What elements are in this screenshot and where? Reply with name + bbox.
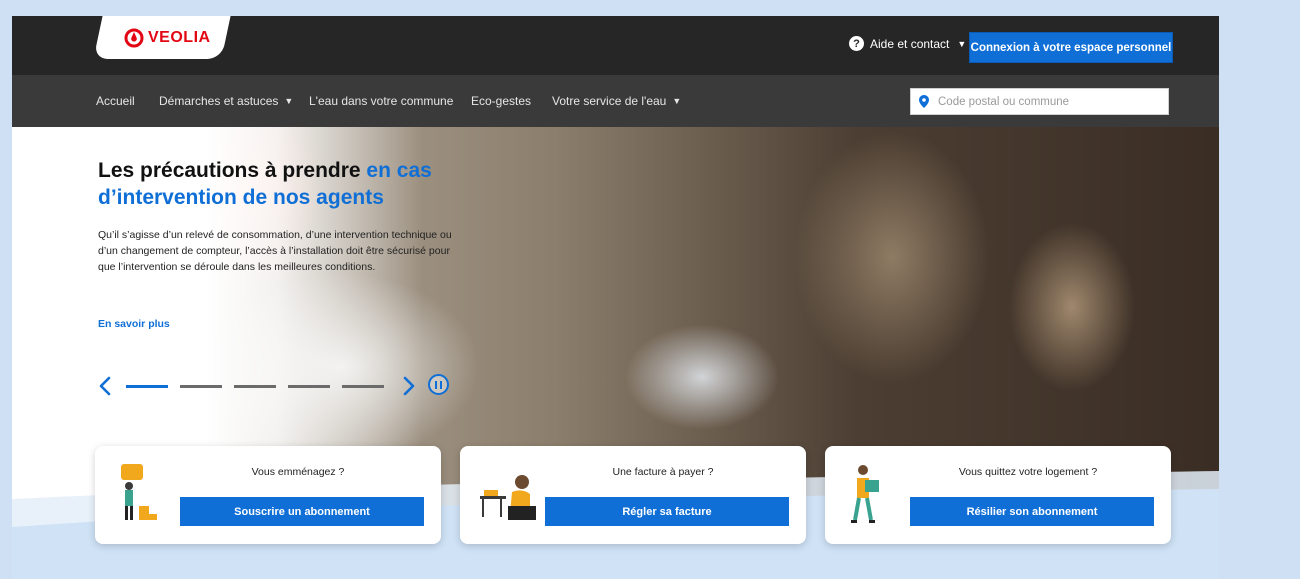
pay-bill-button[interactable]: Régler sa facture: [545, 497, 789, 526]
commune-search[interactable]: [910, 88, 1169, 115]
chevron-right-icon[interactable]: [400, 374, 418, 398]
cancel-subscription-button[interactable]: Résilier son abonnement: [910, 497, 1154, 526]
nav-item-label: Démarches et astuces: [159, 94, 279, 108]
main-nav: Accueil Démarches et astuces ▼ L'eau dan…: [12, 75, 1219, 127]
caret-down-icon: ▼: [672, 96, 682, 106]
veolia-drop-icon: [124, 28, 144, 48]
subscribe-button[interactable]: Souscrire un abonnement: [180, 497, 424, 526]
help-contact-menu[interactable]: ? Aide et contact ▼: [849, 36, 966, 51]
card-pay-bill: Une facture à payer ? Régler sa facture: [460, 446, 806, 544]
nav-item-accueil[interactable]: Accueil: [96, 75, 135, 127]
nav-item-label: Votre service de l'eau: [552, 94, 667, 108]
carousel-dot[interactable]: [234, 385, 276, 388]
nav-item-label: L'eau dans votre commune: [309, 94, 454, 108]
nav-item-label: Eco-gestes: [471, 94, 532, 108]
hero-title: Les précautions à prendre en cas d’inter…: [98, 157, 478, 211]
top-header: VEOLIA ? Aide et contact ▼ Connexion à v…: [12, 16, 1219, 75]
carousel-dot[interactable]: [126, 385, 168, 388]
card-title: Vous quittez votre logement ?: [958, 466, 1098, 478]
nav-item-demarches[interactable]: Démarches et astuces ▼: [159, 75, 293, 127]
hero-title-main: Les précautions à prendre: [98, 159, 367, 182]
chevron-left-icon[interactable]: [96, 374, 114, 398]
caret-down-icon: ▼: [284, 96, 294, 106]
help-circle-icon: ?: [849, 36, 864, 51]
hero-description: Qu’il s’agisse d’un relevé de consommati…: [98, 229, 452, 273]
carousel-dot[interactable]: [180, 385, 222, 388]
location-pin-icon: [919, 95, 929, 108]
hero-carousel: Les précautions à prendre en cas d’inter…: [12, 127, 1219, 579]
card-title: Vous emménagez ?: [251, 466, 345, 478]
card-move-in: Vous emménagez ? Souscrire un abonnement: [95, 446, 441, 544]
nav-item-label: Accueil: [96, 94, 135, 108]
brand-name: VEOLIA: [148, 29, 211, 46]
card-title: Une facture à payer ?: [612, 466, 714, 478]
nav-item-eau-commune[interactable]: L'eau dans votre commune: [309, 75, 453, 127]
veolia-logo[interactable]: VEOLIA: [124, 27, 211, 49]
help-label: Aide et contact: [870, 36, 950, 51]
carousel-dot[interactable]: [342, 385, 384, 388]
nav-item-eco-gestes[interactable]: Eco-gestes: [471, 75, 531, 127]
carousel-controls: [96, 374, 436, 398]
hero-learn-more-link[interactable]: En savoir plus: [98, 318, 170, 330]
pause-icon[interactable]: [428, 374, 449, 395]
caret-down-icon: ▼: [957, 38, 967, 49]
page-frame: VEOLIA ? Aide et contact ▼ Connexion à v…: [12, 16, 1219, 579]
carousel-dot[interactable]: [288, 385, 330, 388]
nav-item-service-eau[interactable]: Votre service de l'eau ▼: [552, 75, 681, 127]
commune-search-input[interactable]: [936, 94, 1150, 109]
card-move-out: Vous quittez votre logement ? Résilier s…: [825, 446, 1171, 544]
login-button[interactable]: Connexion à votre espace personnel: [969, 32, 1173, 63]
